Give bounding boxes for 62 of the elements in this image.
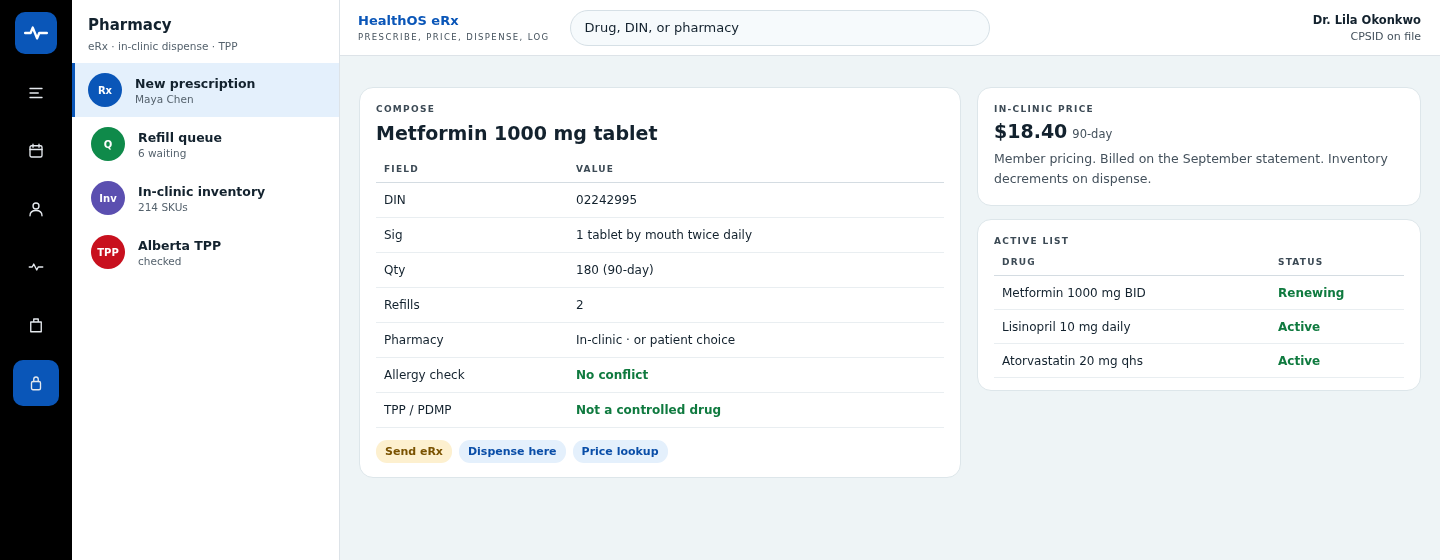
table-cell: Lisinopril 10 mg daily: [994, 309, 1270, 344]
table-cell: 02242995: [568, 182, 944, 218]
item-subtitle: checked: [138, 254, 183, 267]
person-icon: [27, 200, 45, 218]
rail-lock-button[interactable]: [13, 360, 59, 406]
table-cell: Refills: [376, 287, 568, 323]
sidebar-item[interactable]: TPP Alberta TPP checked: [72, 225, 339, 279]
column-header: DRUG: [994, 249, 1270, 276]
avatar-badge: Q: [91, 127, 125, 161]
avatar-badge: Inv: [91, 181, 125, 215]
search-field[interactable]: Drug, DIN, or pharmacy: [569, 9, 990, 46]
table-cell: Qty: [376, 252, 568, 288]
price-period: 90-day: [1072, 127, 1113, 141]
item-title: Alberta TPP: [138, 237, 222, 253]
table-cell: Metformin 1000 mg BID: [994, 275, 1270, 310]
card-eyebrow: COMPOSE: [376, 104, 437, 114]
column-header: VALUE: [568, 156, 944, 183]
table-cell: No conflict: [568, 357, 944, 393]
sidebar-item[interactable]: Inv In-clinic inventory 214 SKUs: [72, 171, 339, 225]
card-eyebrow: ACTIVE LIST: [994, 236, 1071, 246]
table-cell: 180 (90-day): [568, 252, 944, 288]
table-cell: Renewing: [1270, 275, 1404, 310]
brand-name: HealthOS eRx: [358, 13, 460, 28]
table-cell: 2: [568, 287, 944, 323]
table-cell: Allergy check: [376, 357, 568, 393]
avatar-badge: TPP: [91, 235, 125, 269]
item-subtitle: 6 waiting: [138, 146, 188, 159]
card-eyebrow: IN-CLINIC PRICE: [994, 104, 1096, 114]
item-title: New prescription: [135, 75, 256, 91]
action-button[interactable]: Price lookup: [572, 440, 668, 463]
item-title: Refill queue: [138, 129, 222, 145]
table-cell: 1 tablet by mouth twice daily: [568, 217, 944, 253]
user-name: Dr. Lila Okonkwo: [1312, 12, 1421, 27]
brand-tagline: PRESCRIBE, PRICE, DISPENSE, LOG: [358, 32, 550, 42]
sidebar-title: Pharmacy: [87, 16, 173, 34]
table-cell: Active: [1270, 309, 1404, 344]
price-note: Member pricing. Billed on the September statement. Inventory decrements on dispense.: [994, 150, 1389, 188]
price-amount: $18.40: [994, 120, 1068, 142]
table-cell: Not a controlled drug: [568, 392, 944, 428]
calendar-icon: [27, 142, 45, 160]
sidebar-subtitle: eRx · in-clinic dispense · TPP: [87, 39, 239, 54]
sidebar-item[interactable]: Rx New prescription Maya Chen: [72, 63, 339, 117]
sidebar-item[interactable]: Q Refill queue 6 waiting: [72, 117, 339, 171]
table-cell: In-clinic · or patient choice: [568, 322, 944, 358]
item-subtitle: Maya Chen: [135, 92, 195, 105]
app-logo[interactable]: [15, 12, 57, 54]
table-cell: Pharmacy: [376, 322, 568, 358]
table-cell: Active: [1270, 343, 1404, 378]
item-subtitle: 214 SKUs: [138, 200, 189, 213]
column-header: FIELD: [376, 156, 568, 183]
table-cell: Sig: [376, 217, 568, 253]
bag-icon: [27, 316, 45, 334]
avatar-badge: Rx: [88, 73, 122, 107]
drug-title: Metformin 1000 mg tablet: [376, 122, 659, 144]
action-button[interactable]: Dispense here: [458, 440, 566, 463]
user-note: CPSID on file: [1349, 29, 1421, 43]
action-button[interactable]: Send eRx: [376, 440, 452, 463]
column-header: STATUS: [1270, 249, 1404, 276]
table-cell: TPP / PDMP: [376, 392, 568, 428]
table-cell: DIN: [376, 182, 568, 218]
item-title: In-clinic inventory: [138, 183, 266, 199]
table-cell: Atorvastatin 20 mg qhs: [994, 343, 1270, 378]
